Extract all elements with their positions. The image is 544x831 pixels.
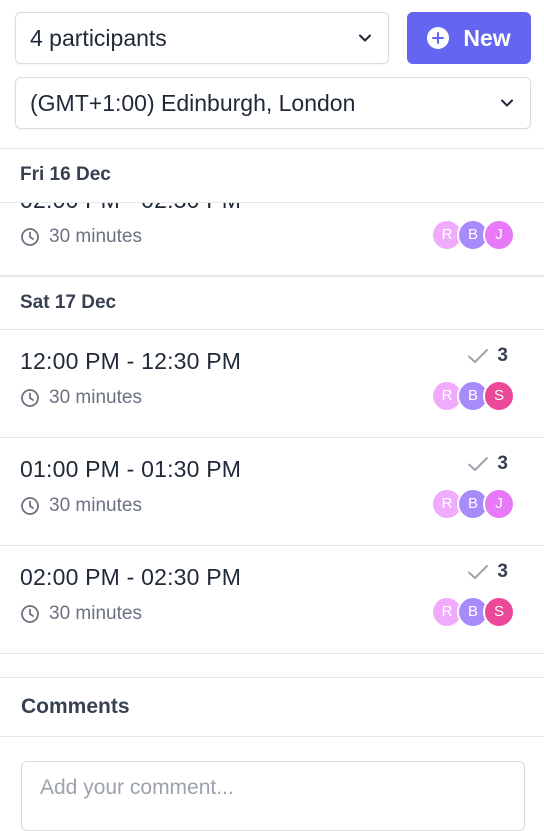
check-icon (468, 565, 489, 579)
timezone-select-value: (GMT+1:00) Edinburgh, London (30, 89, 356, 116)
avatar-group: R B S (431, 596, 515, 628)
avatar-group: R B S (431, 380, 515, 412)
avatar-group: R B J (431, 488, 515, 520)
time-slot-list[interactable]: Fri 16 Dec 02:00 PM - 02:30 PM 30 minute… (0, 148, 544, 654)
avatar: J (483, 488, 515, 520)
chevron-down-icon (359, 34, 371, 42)
comments-heading: Comments (0, 677, 544, 737)
day-header: Fri 16 Dec (0, 149, 544, 203)
clock-icon (21, 605, 39, 623)
chevron-down-icon (501, 99, 513, 107)
slot-time: 12:00 PM - 12:30 PM (20, 348, 242, 374)
slot-duration: 30 minutes (20, 495, 142, 517)
check-icon (468, 349, 489, 363)
avatar: S (483, 380, 515, 412)
vote-count-value: 3 (497, 561, 508, 582)
vote-count: 3 (467, 345, 508, 367)
check-icon (468, 457, 489, 471)
duration-label: 30 minutes (49, 226, 142, 247)
duration-label: 30 minutes (49, 495, 142, 516)
duration-label: 30 minutes (49, 603, 142, 624)
new-button[interactable]: New (407, 12, 531, 64)
vote-count-value: 3 (497, 453, 508, 474)
timezone-select[interactable]: (GMT+1:00) Edinburgh, London (15, 77, 531, 129)
time-slot[interactable]: 12:00 PM - 12:30 PM 30 minutes 3 R B S (0, 330, 544, 438)
slot-duration: 30 minutes (20, 387, 142, 409)
clock-icon (21, 389, 39, 407)
day-header: Sat 17 Dec (0, 276, 544, 330)
clock-icon (21, 497, 39, 515)
day-label: Sat 17 Dec (20, 292, 117, 313)
vote-count: 3 (467, 561, 508, 583)
vote-count: 3 (467, 453, 508, 475)
plus-circle-icon (427, 27, 450, 49)
time-slot[interactable]: 01:00 PM - 01:30 PM 30 minutes 3 R B J (0, 438, 544, 546)
participants-select[interactable]: 4 participants (15, 12, 389, 64)
avatar: S (483, 596, 515, 628)
new-button-label: New (463, 24, 511, 51)
vote-count-value: 3 (497, 345, 508, 366)
comment-input[interactable] (21, 761, 525, 831)
duration-label: 30 minutes (49, 387, 142, 408)
slot-duration: 30 minutes (20, 226, 142, 248)
slot-time: 01:00 PM - 01:30 PM (20, 456, 242, 482)
avatar: J (483, 219, 515, 251)
day-label: Fri 16 Dec (20, 164, 111, 185)
comments-title: Comments (21, 695, 130, 718)
slot-time: 02:00 PM - 02:30 PM (20, 564, 242, 590)
slot-duration: 30 minutes (20, 603, 142, 625)
clock-icon (21, 228, 39, 246)
participants-select-value: 4 participants (30, 24, 167, 51)
avatar-group: R B J (431, 219, 515, 251)
time-slot[interactable]: 02:00 PM - 02:30 PM 30 minutes 3 R B S (0, 546, 544, 654)
